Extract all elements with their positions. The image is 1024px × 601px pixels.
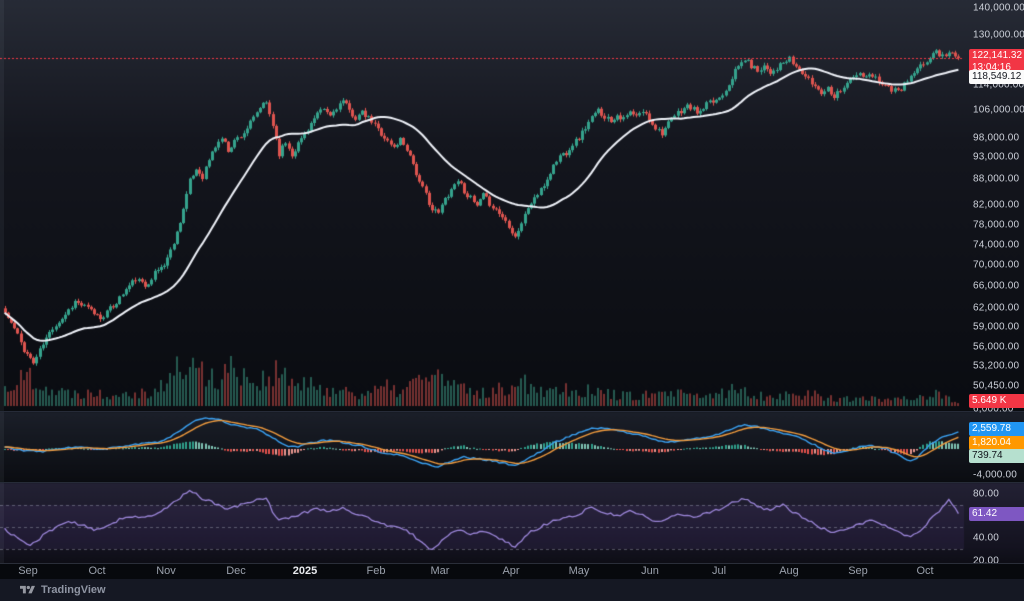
scale-tick: 66,000.00 xyxy=(973,280,1020,292)
time-tick-jul: Jul xyxy=(711,565,727,577)
time-tick-2025: 2025 xyxy=(292,565,318,577)
ma-value-badge: 118,549.12 xyxy=(969,70,1024,84)
scale-tick: 88,000.00 xyxy=(973,173,1020,185)
panel-separator-macd[interactable] xyxy=(0,411,1024,412)
scale-tick: -4,000.00 xyxy=(973,469,1018,481)
time-tick-nov: Nov xyxy=(156,565,176,577)
last-price-value: 122,141.32 xyxy=(972,50,1023,61)
tradingview-logo-icon xyxy=(20,585,35,594)
time-tick-oct: Oct xyxy=(916,565,934,577)
macd-line-badge: 2,559.78 xyxy=(969,422,1024,436)
time-tick-jun: Jun xyxy=(641,565,659,577)
time-tick-may: May xyxy=(568,565,590,577)
scale-tick: 93,000.00 xyxy=(973,151,1020,163)
time-tick-sep: Sep xyxy=(18,565,38,577)
scale-tick: 82,000.00 xyxy=(973,199,1020,211)
scale-tick: 78,000.00 xyxy=(973,219,1020,231)
time-scale[interactable]: Sep Oct Nov Dec 2025 Feb Mar Apr May Jun Jul Aug Sep… xyxy=(0,563,1024,579)
scale-tick: 59,000.00 xyxy=(973,321,1020,333)
tradingview-watermark-text: TradingView xyxy=(41,584,106,596)
time-tick-oct: Oct xyxy=(88,565,106,577)
footer-bar: TradingView xyxy=(0,579,1024,601)
time-tick-dec: Dec xyxy=(226,565,246,577)
scale-tick: 40.00 xyxy=(973,532,1000,544)
tradingview-chart-window: 140,000.00 130,000.00 114,000.00 106,000.00… xyxy=(0,0,1024,601)
scale-tick: 53,200.00 xyxy=(973,360,1020,372)
chart-canvas[interactable] xyxy=(0,0,1024,601)
macd-line-value: 2,559.78 xyxy=(972,423,1011,434)
scale-tick: 80.00 xyxy=(973,488,1000,500)
price-scale[interactable]: 140,000.00 130,000.00 114,000.00 106,000.00… xyxy=(966,0,1024,567)
scale-tick: 130,000.00 xyxy=(973,29,1024,41)
scale-tick: 98,000.00 xyxy=(973,132,1020,144)
scale-tick: 62,000.00 xyxy=(973,302,1020,314)
macd-histogram-value: 739.74 xyxy=(972,450,1003,461)
macd-histogram-badge: 739.74 xyxy=(969,449,1024,463)
volume-value: 5.649 K xyxy=(972,395,1007,406)
time-tick-sep: Sep xyxy=(848,565,868,577)
tradingview-logo[interactable]: TradingView xyxy=(20,584,106,596)
scale-tick: 50,450.00 xyxy=(973,380,1020,392)
macd-signal-badge: 1,820.04 xyxy=(969,436,1024,450)
time-tick-apr: Apr xyxy=(502,565,520,577)
left-edge-highlight xyxy=(0,0,4,563)
time-tick-feb: Feb xyxy=(366,565,386,577)
scale-tick: 56,000.00 xyxy=(973,341,1020,353)
macd-signal-value: 1,820.04 xyxy=(972,437,1011,448)
volume-badge: 5.649 K xyxy=(969,394,1024,408)
rsi-value: 61.42 xyxy=(972,508,998,519)
time-tick-mar: Mar xyxy=(430,565,450,577)
ma-value: 118,549.12 xyxy=(972,71,1022,82)
scale-tick: 70,000.00 xyxy=(973,259,1020,271)
time-tick-aug: Aug xyxy=(779,565,799,577)
panel-separator-rsi[interactable] xyxy=(0,482,1024,483)
scale-tick: 140,000.00 xyxy=(973,2,1024,14)
scale-tick: 106,000.00 xyxy=(973,104,1024,116)
rsi-badge: 61.42 xyxy=(969,507,1024,521)
scale-tick: 74,000.00 xyxy=(973,239,1020,251)
